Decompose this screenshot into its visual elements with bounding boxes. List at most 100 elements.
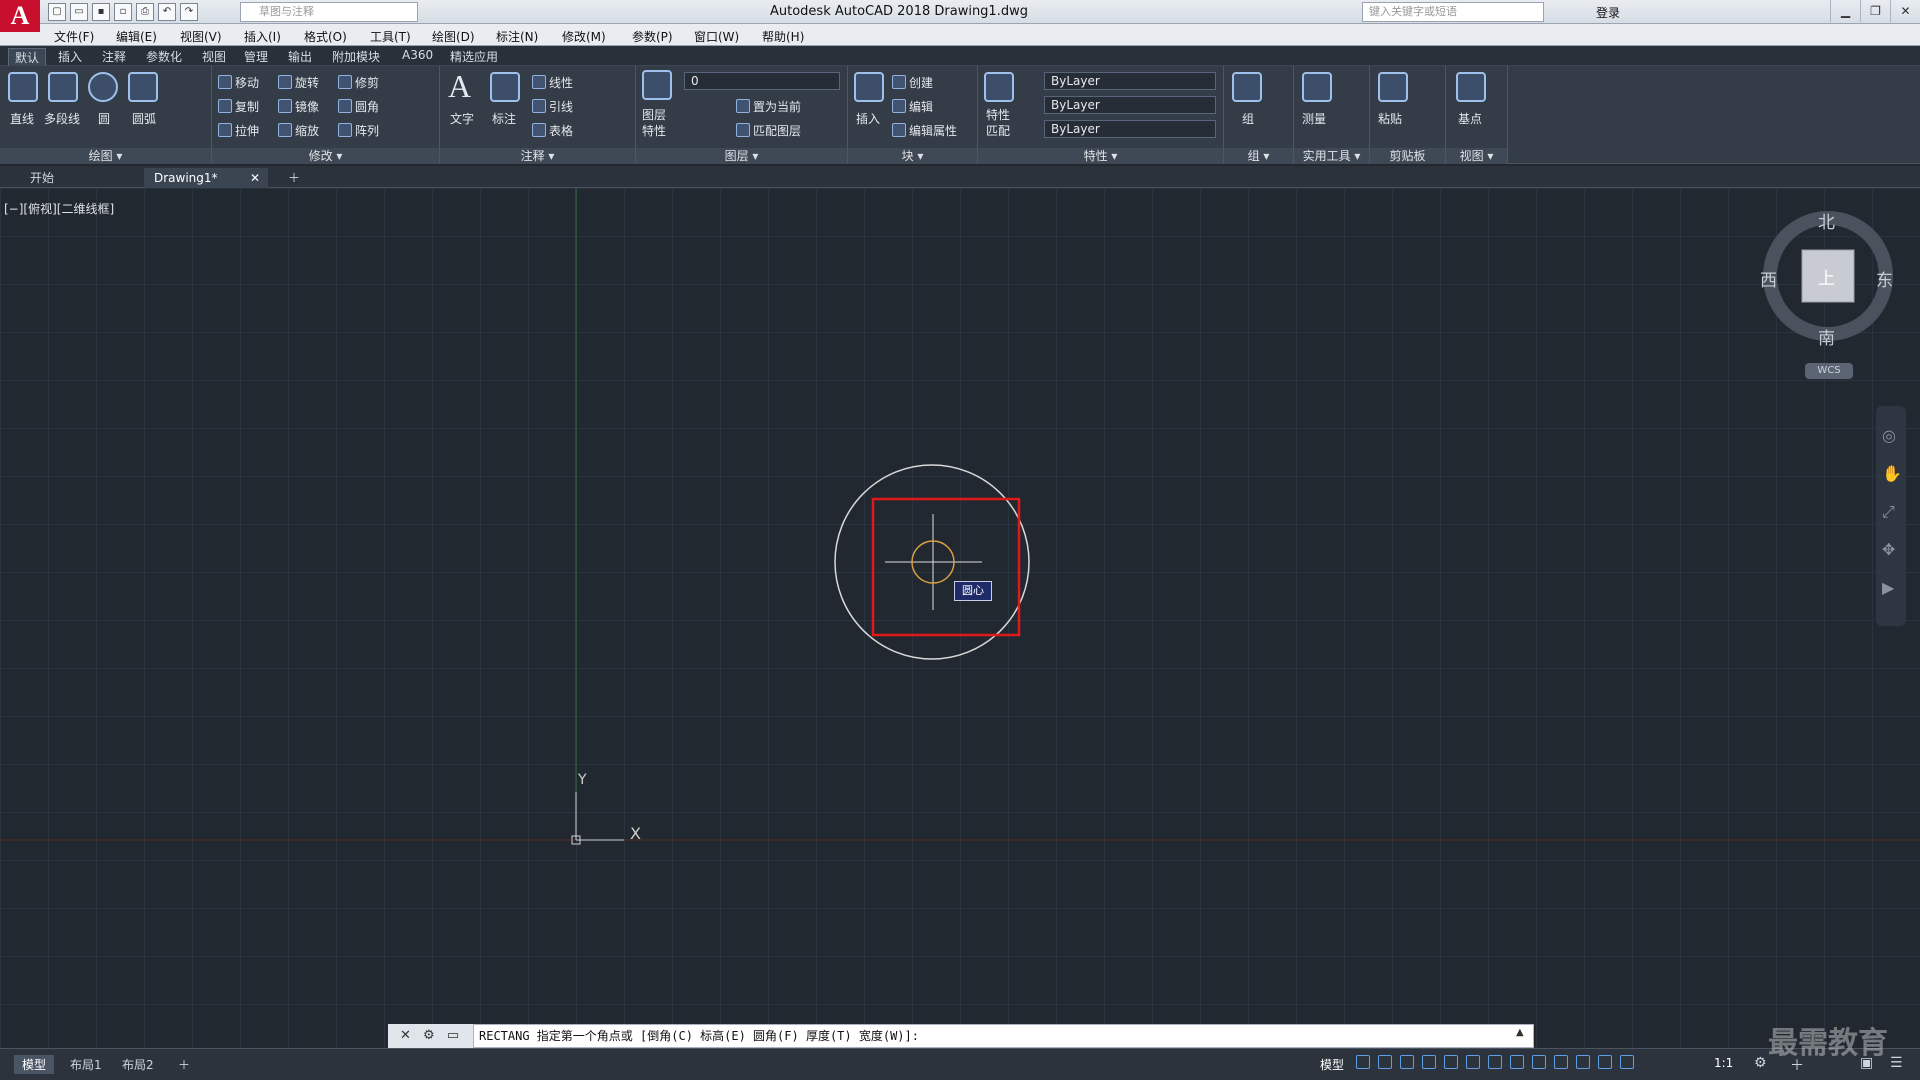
- object-snap-tracking-icon[interactable]: [1488, 1055, 1502, 1069]
- table-button[interactable]: 表格: [532, 122, 573, 139]
- snap-icon[interactable]: [1378, 1055, 1392, 1069]
- match-layer-button[interactable]: 匹配图层: [736, 122, 801, 139]
- tab-manage[interactable]: 管理: [244, 48, 268, 65]
- menu-tools[interactable]: 工具(T): [370, 28, 411, 45]
- stretch-button[interactable]: 拉伸: [218, 122, 259, 139]
- arc-icon[interactable]: [128, 72, 158, 102]
- tab-output[interactable]: 输出: [288, 48, 312, 65]
- layer-properties-label-1[interactable]: 图层: [642, 106, 666, 123]
- utilities-panel-label[interactable]: 实用工具 ▾: [1294, 148, 1369, 164]
- paste-button[interactable]: 粘贴: [1378, 110, 1402, 127]
- annotation-scale[interactable]: 1:1: [1714, 1056, 1733, 1070]
- menu-help[interactable]: 帮助(H): [762, 28, 804, 45]
- layout-tab-model[interactable]: 模型: [14, 1055, 55, 1074]
- ortho-icon[interactable]: [1422, 1055, 1436, 1069]
- move-button[interactable]: 移动: [218, 74, 259, 91]
- menu-edit[interactable]: 编辑(E): [116, 28, 157, 45]
- circle-button[interactable]: 圆: [98, 110, 110, 127]
- paste-icon[interactable]: [1378, 72, 1408, 102]
- tab-drawing1[interactable]: Drawing1* ✕: [144, 168, 268, 188]
- trim-button[interactable]: 修剪: [338, 74, 379, 91]
- print-icon[interactable]: ⎙: [136, 3, 154, 21]
- fillet-button[interactable]: 圆角: [338, 98, 379, 115]
- menu-file[interactable]: 文件(F): [54, 28, 94, 45]
- lineweight-dropdown[interactable]: ByLayer: [1044, 120, 1216, 138]
- wcs-menu[interactable]: WCS: [1805, 363, 1853, 379]
- wrench-icon[interactable]: ⚙: [423, 1028, 435, 1043]
- line-icon[interactable]: [8, 72, 38, 102]
- measure-icon[interactable]: [1302, 72, 1332, 102]
- command-line[interactable]: RECTANG 指定第一个角点或 [倒角(C) 标高(E) 圆角(F) 厚度(T…: [388, 1024, 1534, 1048]
- insert-block-icon[interactable]: [854, 72, 884, 102]
- drawing-canvas[interactable]: [−][俯视][二维线框] Y X 圆心 北 南 西 东 上 WCS ◎ ✋ ⤢…: [0, 188, 1920, 1048]
- login-button[interactable]: 登录: [1596, 4, 1620, 21]
- tab-insert[interactable]: 插入: [58, 48, 82, 65]
- search-input[interactable]: 键入关键字或短语: [1362, 2, 1544, 22]
- new-tab-button[interactable]: ＋: [278, 168, 310, 188]
- showmotion-icon[interactable]: ▶: [1882, 578, 1894, 597]
- dimension-icon[interactable]: [490, 72, 520, 102]
- new-icon[interactable]: ▢: [48, 3, 66, 21]
- text-icon[interactable]: A: [448, 68, 471, 105]
- dimension-button[interactable]: 标注: [492, 110, 516, 127]
- steering-wheel-icon[interactable]: ◎: [1882, 426, 1896, 445]
- circle-icon[interactable]: [88, 72, 118, 102]
- tab-featured-apps[interactable]: 精选应用: [450, 48, 498, 65]
- layers-panel-label[interactable]: 图层 ▾: [636, 148, 847, 164]
- menu-dimension[interactable]: 标注(N): [496, 28, 538, 45]
- restore-icon[interactable]: ❐: [1860, 0, 1890, 22]
- add-layout-button[interactable]: ＋: [170, 1055, 198, 1074]
- isodraft-icon[interactable]: [1466, 1055, 1480, 1069]
- draw-panel-label[interactable]: 绘图 ▾: [0, 148, 211, 164]
- view-panel-label[interactable]: 视图 ▾: [1446, 148, 1507, 164]
- layout-tab-layout2[interactable]: 布局2: [114, 1055, 162, 1074]
- close-icon[interactable]: ✕: [400, 1028, 411, 1043]
- pan-icon[interactable]: ✋: [1882, 464, 1902, 483]
- application-menu-button[interactable]: A: [0, 0, 40, 32]
- properties-panel-label[interactable]: 特性 ▾: [978, 148, 1223, 164]
- base-view-button[interactable]: 基点: [1458, 110, 1482, 127]
- annotation-panel-label[interactable]: 注释 ▾: [440, 148, 635, 164]
- tab-default[interactable]: 默认: [8, 48, 47, 66]
- leader-button[interactable]: 引线: [532, 98, 573, 115]
- customize-menu-icon[interactable]: ☰: [1890, 1055, 1903, 1071]
- save-icon[interactable]: ▪: [92, 3, 110, 21]
- auto-scale-icon[interactable]: [1620, 1055, 1634, 1069]
- linetype-dropdown[interactable]: ByLayer: [1044, 96, 1216, 114]
- command-history-icon[interactable]: ▭: [447, 1028, 459, 1043]
- minimize-icon[interactable]: ▁: [1830, 0, 1860, 22]
- tab-parametric[interactable]: 参数化: [146, 48, 182, 65]
- mirror-button[interactable]: 镜像: [278, 98, 319, 115]
- measure-button[interactable]: 测量: [1302, 110, 1326, 127]
- tab-view[interactable]: 视图: [202, 48, 226, 65]
- annotation-visibility-icon[interactable]: [1598, 1055, 1612, 1069]
- block-panel-label[interactable]: 块 ▾: [848, 148, 977, 164]
- save-as-icon[interactable]: ▫: [114, 3, 132, 21]
- layer-properties-label-2[interactable]: 特性: [642, 122, 666, 139]
- tab-a360[interactable]: A360: [402, 48, 433, 62]
- transparency-icon[interactable]: [1554, 1055, 1568, 1069]
- match-properties-icon[interactable]: [984, 72, 1014, 102]
- tab-annotate[interactable]: 注释: [102, 48, 126, 65]
- polar-icon[interactable]: [1444, 1055, 1458, 1069]
- orbit-icon[interactable]: ✥: [1882, 540, 1895, 559]
- zoom-icon[interactable]: ⤢: [1882, 502, 1895, 522]
- menu-view[interactable]: 视图(V): [180, 28, 222, 45]
- selection-cycling-icon[interactable]: [1576, 1055, 1590, 1069]
- groups-panel-label[interactable]: 组 ▾: [1224, 148, 1293, 164]
- text-button[interactable]: 文字: [450, 110, 474, 127]
- lineweight-icon[interactable]: [1532, 1055, 1546, 1069]
- menu-format[interactable]: 格式(O): [304, 28, 347, 45]
- create-block-button[interactable]: 创建: [892, 74, 933, 91]
- insert-block-button[interactable]: 插入: [856, 110, 880, 127]
- redo-icon[interactable]: ↷: [180, 3, 198, 21]
- linear-button[interactable]: 线性: [532, 74, 573, 91]
- object-snap-icon[interactable]: [1510, 1055, 1524, 1069]
- close-icon[interactable]: ✕: [1890, 0, 1920, 22]
- polyline-button[interactable]: 多段线: [44, 110, 80, 127]
- command-expand-icon[interactable]: ▲: [1516, 1027, 1524, 1038]
- color-dropdown[interactable]: ByLayer: [1044, 72, 1216, 90]
- layer-properties-icon[interactable]: [642, 70, 672, 100]
- gear-icon[interactable]: ⚙: [1754, 1055, 1767, 1071]
- polyline-icon[interactable]: [48, 72, 78, 102]
